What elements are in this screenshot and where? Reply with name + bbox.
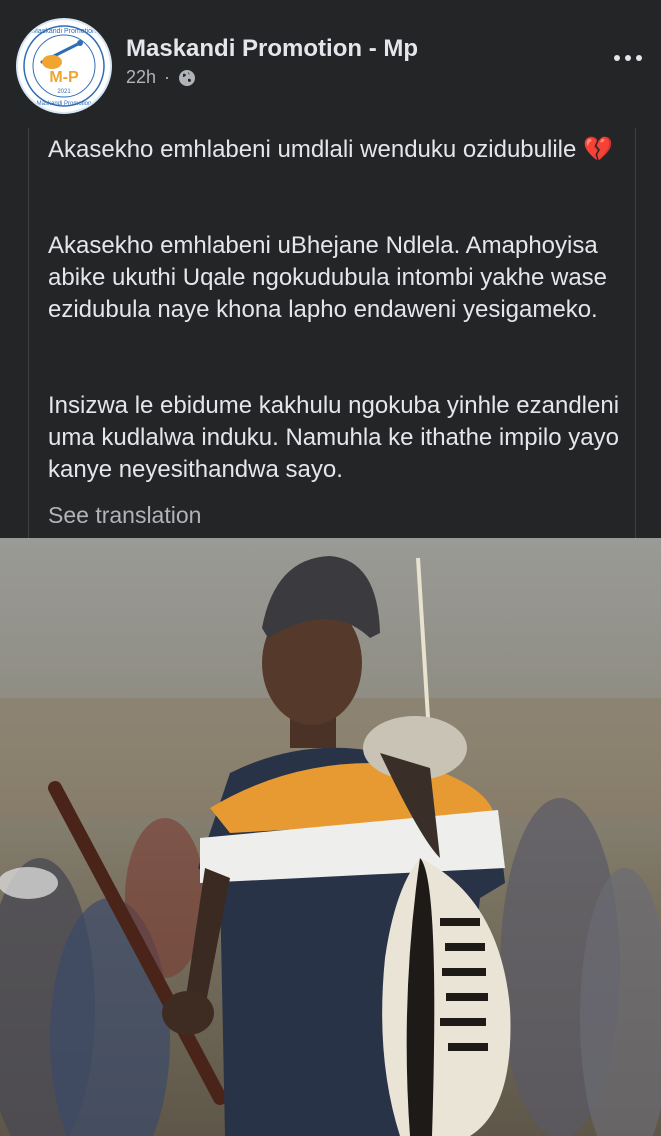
post-text: Akasekho emhlabeni umdlali wenduku ozidu…	[28, 128, 636, 538]
more-options-button[interactable]	[608, 48, 648, 68]
post-header: M-P 2021 Maskandi Promotion Maskandi Pro…	[0, 0, 661, 125]
post-paragraph-3: Insizwa le ebidume kakhulu ngokuba yinhl…	[48, 392, 620, 483]
maskandi-logo-icon: M-P 2021 Maskandi Promotion Maskandi Pro…	[20, 22, 108, 110]
logo-ring-top: Maskandi Promotion	[32, 28, 96, 35]
logo-year: 2021	[57, 89, 71, 95]
post-meta: 22h ·	[126, 67, 196, 88]
logo-text: M-P	[49, 69, 79, 86]
post-paragraph-1: Akasekho emhlabeni umdlali wenduku ozidu…	[48, 136, 613, 163]
page-avatar[interactable]: M-P 2021 Maskandi Promotion Maskandi Pro…	[16, 18, 112, 114]
post-photo[interactable]	[0, 538, 661, 1136]
see-translation-link[interactable]: See translation	[48, 502, 201, 529]
page-name-link[interactable]: Maskandi Promotion - Mp	[126, 35, 418, 63]
logo-ring-bottom: Maskandi Promotion	[37, 101, 92, 107]
globe-icon	[179, 69, 196, 86]
meta-separator: ·	[164, 67, 171, 87]
post-paragraph-2: Akasekho emhlabeni uBhejane Ndlela. Amap…	[48, 232, 608, 323]
photo-illustration	[0, 538, 661, 1136]
more-dots-icon	[614, 55, 620, 61]
post-time[interactable]: 22h	[126, 67, 156, 88]
